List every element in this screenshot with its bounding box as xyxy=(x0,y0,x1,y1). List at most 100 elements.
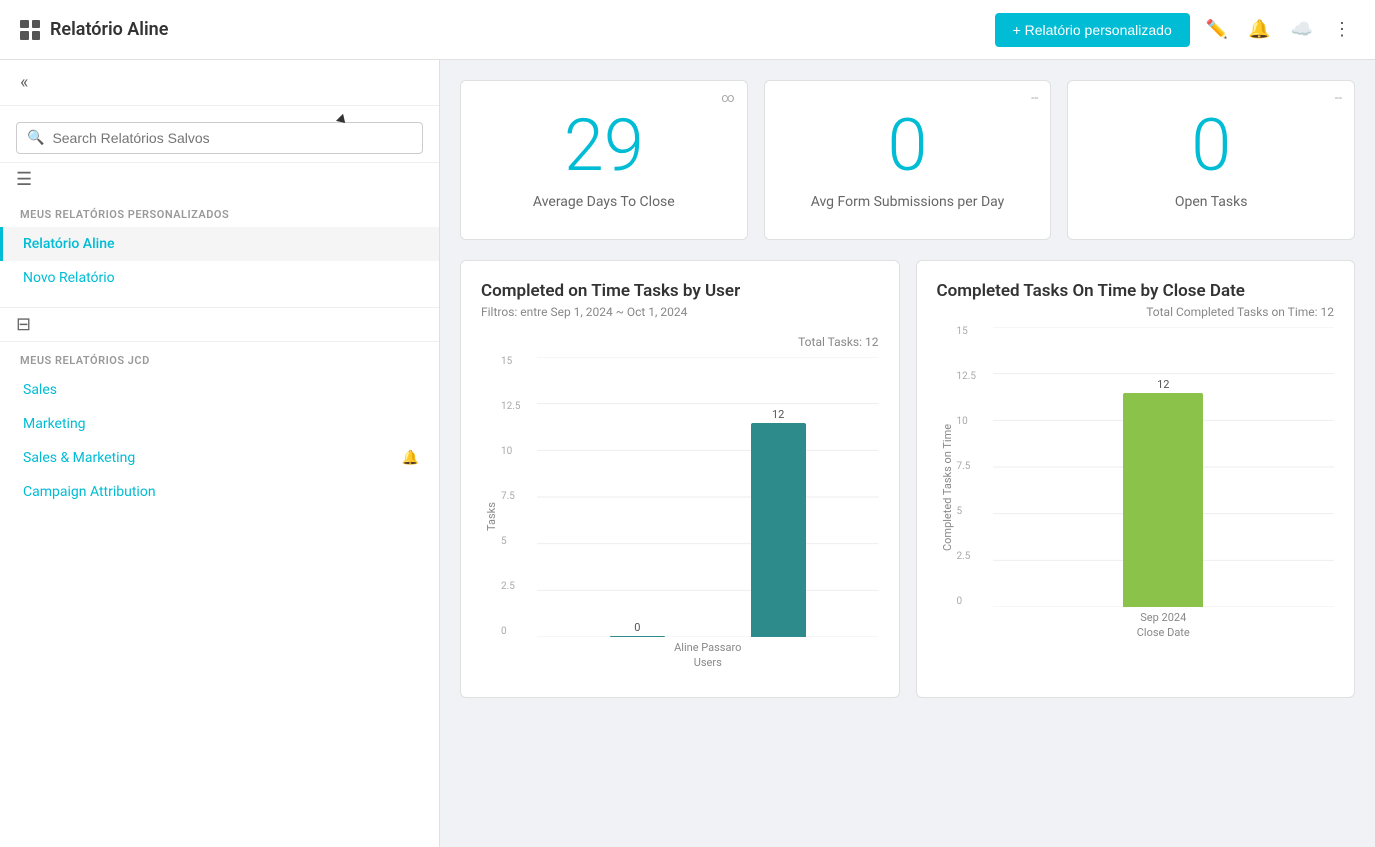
stat-card-menu-2[interactable]: -- xyxy=(1031,91,1038,106)
new-report-button[interactable]: + Relatório personalizado xyxy=(995,13,1190,47)
sidebar-item-relatorio-aline[interactable]: Relatório Aline xyxy=(0,227,439,261)
stat-card-label-2: Avg Form Submissions per Day xyxy=(811,194,1005,210)
sidebar-item-sales-marketing-label: Sales & Marketing xyxy=(23,450,135,466)
sidebar-item-novo-relatorio-label: Novo Relatório xyxy=(23,270,115,286)
chart2-plot: 15 12.5 10 7.5 5 2.5 0 xyxy=(957,327,1335,647)
chart1-x-title: Users xyxy=(694,656,722,669)
bell-icon[interactable]: 🔔 xyxy=(1244,15,1274,44)
chart-tasks-by-user: Completed on Time Tasks by User Filtros:… xyxy=(460,260,900,698)
more-options-icon[interactable]: ⋮ xyxy=(1329,15,1355,44)
chart2-bars: 12 xyxy=(993,327,1335,607)
bar-value-label: 12 xyxy=(772,408,784,421)
chart1-title: Completed on Time Tasks by User xyxy=(481,281,879,301)
sidebar-search-area: 🔍 xyxy=(0,106,439,162)
collapse-button[interactable]: « xyxy=(16,68,32,97)
y-tick: 0 xyxy=(501,627,521,637)
my-reports-section: Meus relatórios personalizados Relatório… xyxy=(0,196,439,307)
stat-card-open-tasks: -- 0 Open Tasks xyxy=(1067,80,1355,240)
stat-card-form-submissions: -- 0 Avg Form Submissions per Day xyxy=(764,80,1052,240)
main-layout: « 🔍 ☰ Meus relatórios personalizados Rel… xyxy=(0,60,1375,847)
y-tick: 12.5 xyxy=(957,372,977,382)
chart1-y-label: Tasks xyxy=(481,357,501,677)
y-tick: 2.5 xyxy=(501,582,521,592)
search-input[interactable] xyxy=(52,130,412,146)
chart2-y-ticks: 15 12.5 10 7.5 5 2.5 0 xyxy=(957,327,977,607)
chart1-grid: 15 12.5 10 7.5 5 2.5 0 xyxy=(537,357,879,637)
y-tick: 7.5 xyxy=(957,462,977,472)
chart1-y-ticks: 15 12.5 10 7.5 5 2.5 0 xyxy=(501,357,521,637)
y-tick: 10 xyxy=(501,447,521,457)
sidebar-item-relatorio-aline-label: Relatório Aline xyxy=(23,236,115,252)
topbar-right: + Relatório personalizado ✏️ 🔔 ☁️ ⋮ xyxy=(995,13,1355,47)
page-title: Relatório Aline xyxy=(50,19,168,40)
charts-row: Completed on Time Tasks by User Filtros:… xyxy=(460,260,1355,698)
chart2-grid: 15 12.5 10 7.5 5 2.5 0 xyxy=(993,327,1335,607)
y-tick: 5 xyxy=(501,537,521,547)
sidebar: « 🔍 ☰ Meus relatórios personalizados Rel… xyxy=(0,60,440,847)
y-tick: 7.5 xyxy=(501,492,521,502)
chart1-total: Total Tasks: 12 xyxy=(481,335,879,349)
bar-group-12: 12 xyxy=(751,408,806,637)
chart2-y-label: Completed Tasks on Time xyxy=(937,327,957,647)
y-tick: 5 xyxy=(957,507,977,517)
chart2-inner: Completed Tasks on Time xyxy=(937,327,1335,647)
my-reports-label: Meus relatórios personalizados xyxy=(0,196,439,227)
sidebar-item-sales[interactable]: Sales xyxy=(0,373,439,407)
y-tick: 12.5 xyxy=(501,402,521,412)
sidebar-icon-row3: ⊟ xyxy=(0,307,439,342)
sidebar-item-novo-relatorio[interactable]: Novo Relatório xyxy=(0,261,439,295)
chart1-area: Tasks xyxy=(481,357,879,677)
content-area: ∞ 29 Average Days To Close -- 0 Avg Form… xyxy=(440,60,1375,847)
chart1-bars: 0 12 xyxy=(537,357,879,637)
chart2-title: Completed Tasks On Time by Close Date xyxy=(937,281,1335,301)
chart1-inner: Tasks xyxy=(481,357,879,677)
stat-card-label-3: Open Tasks xyxy=(1175,194,1248,210)
bar2-12 xyxy=(1123,393,1203,607)
sidebar-item-marketing[interactable]: Marketing xyxy=(0,407,439,441)
list-icon[interactable]: ☰ xyxy=(16,169,32,190)
stat-card-value-2: 0 xyxy=(888,110,928,182)
search-container[interactable]: 🔍 xyxy=(16,122,423,154)
bar-group-0: 0 xyxy=(610,621,665,637)
topbar-left: Relatório Aline xyxy=(20,19,995,40)
chart1-x-user-label: Aline Passaro xyxy=(674,641,741,654)
jcd-reports-label: MEUS RELATÓRIOS JCD xyxy=(0,342,439,373)
stat-card-value-3: 0 xyxy=(1191,110,1231,182)
stat-card-label-1: Average Days To Close xyxy=(533,194,675,210)
stat-card-avg-days: ∞ 29 Average Days To Close xyxy=(460,80,748,240)
chart2-area: Completed Tasks on Time xyxy=(937,327,1335,647)
y-tick: 15 xyxy=(501,357,521,367)
sidebar-item-sales-marketing[interactable]: Sales & Marketing 🔔 xyxy=(0,441,439,475)
sidebar-item-campaign-attribution-label: Campaign Attribution xyxy=(23,484,156,500)
bar-value-label: 0 xyxy=(634,621,640,634)
jcd-reports-section: MEUS RELATÓRIOS JCD Sales Marketing Sale… xyxy=(0,342,439,521)
y-tick: 0 xyxy=(957,597,977,607)
y-tick: 2.5 xyxy=(957,552,977,562)
chart1-subtitle: Filtros: entre Sep 1, 2024 ~ Oct 1, 2024 xyxy=(481,305,879,319)
search-icon: 🔍 xyxy=(27,130,44,146)
edit-icon[interactable]: ✏️ xyxy=(1202,15,1232,44)
stat-card-value-1: 29 xyxy=(564,110,644,182)
filter-icon[interactable]: ⊟ xyxy=(16,314,31,335)
chart1-plot: 15 12.5 10 7.5 5 2.5 0 xyxy=(501,357,879,677)
bar-12 xyxy=(751,423,806,637)
y-tick: 10 xyxy=(957,417,977,427)
bell-small-icon: 🔔 xyxy=(402,450,419,466)
app-grid-icon[interactable] xyxy=(20,20,40,40)
chart2-x-title: Close Date xyxy=(1137,626,1190,639)
sidebar-nav-row: « xyxy=(0,60,439,106)
sidebar-item-campaign-attribution[interactable]: Campaign Attribution xyxy=(0,475,439,509)
chart2-total: Total Completed Tasks on Time: 12 xyxy=(937,305,1335,319)
sidebar-item-sales-label: Sales xyxy=(23,382,57,398)
chart2-x-axis: Sep 2024 Close Date xyxy=(993,607,1335,647)
sidebar-item-marketing-label: Marketing xyxy=(23,416,86,432)
bar2-group-12: 12 xyxy=(1123,378,1203,607)
stat-card-menu-1[interactable]: ∞ xyxy=(721,91,734,106)
stat-card-menu-3[interactable]: -- xyxy=(1335,91,1342,106)
stat-cards-row: ∞ 29 Average Days To Close -- 0 Avg Form… xyxy=(460,80,1355,240)
sidebar-icon-row2: ☰ xyxy=(0,162,439,196)
bar2-value-label: 12 xyxy=(1157,378,1169,391)
topbar: Relatório Aline + Relatório personalizad… xyxy=(0,0,1375,60)
cloud-icon[interactable]: ☁️ xyxy=(1287,15,1317,44)
chart1-x-axis: Aline Passaro Users xyxy=(537,637,879,677)
